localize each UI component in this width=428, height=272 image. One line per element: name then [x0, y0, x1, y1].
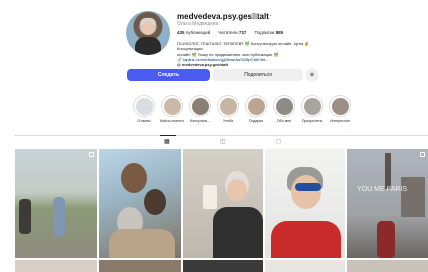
- profile-avatar[interactable]: [126, 11, 170, 55]
- highlight-label: Кейсы клиента...: [160, 119, 184, 123]
- highlight-label: Отзывы: [137, 119, 151, 123]
- follow-button[interactable]: Следить: [127, 69, 210, 81]
- stat-followers[interactable]: Читатели 737: [218, 30, 246, 35]
- person-face: [291, 175, 321, 209]
- post-tile[interactable]: YOU ME PARIS: [347, 149, 428, 258]
- highlight-item[interactable]: Учеба: [216, 95, 240, 123]
- reels-icon[interactable]: ◫: [220, 138, 226, 145]
- person-figure: [53, 197, 65, 237]
- highlight-cover: [163, 97, 181, 115]
- highlight-label: Интересное: [330, 119, 350, 123]
- highlight-ring: [301, 95, 323, 117]
- avatar-body: [135, 37, 161, 55]
- profile-stats: 435 публикаций Читатели 737 Подписки 885: [177, 30, 283, 35]
- post-tile[interactable]: [15, 149, 97, 258]
- post-tile[interactable]: [183, 149, 263, 258]
- highlight-ring: [133, 95, 155, 117]
- person-body: [271, 221, 341, 258]
- person-body: [109, 229, 175, 258]
- building-shape: [401, 177, 425, 217]
- highlight-item[interactable]: Интересное: [328, 95, 352, 123]
- highlight-ring: [189, 95, 211, 117]
- highlight-label: Обо мне: [276, 119, 292, 123]
- tagged-icon[interactable]: ◻: [276, 138, 281, 145]
- post-tile[interactable]: [347, 260, 428, 272]
- share-button[interactable]: Поделиться: [213, 69, 303, 81]
- highlight-label: Приоритеты: [301, 119, 323, 123]
- sunglasses-shape: [295, 183, 321, 191]
- bio-line: ПСИХОЛОГ, ГЕШТАЛЬТ-ТЕРАПЕВТ 🌿 Консультир…: [177, 41, 310, 52]
- highlight-ring: [329, 95, 351, 117]
- highlight-cover: [275, 97, 293, 115]
- stat-posts[interactable]: 435 публикаций: [177, 30, 210, 35]
- profile-full-name: Ольга Медведева: [177, 21, 219, 27]
- highlight-cover: [135, 97, 153, 115]
- post-tile[interactable]: [99, 149, 181, 258]
- post-overlay-text: YOU ME PARIS: [357, 186, 408, 193]
- post-tile[interactable]: [265, 260, 345, 272]
- active-tab-indicator: [160, 135, 176, 136]
- highlight-cover: [219, 97, 237, 115]
- highlight-label: Консульта...: [190, 119, 210, 123]
- highlight-ring: [273, 95, 295, 117]
- highlight-ring: [245, 95, 267, 117]
- person-face: [227, 179, 247, 201]
- person-figure: [19, 199, 31, 234]
- post-tile[interactable]: [183, 260, 263, 272]
- post-tile[interactable]: [265, 149, 345, 258]
- profile-bio: ПСИХОЛОГ, ГЕШТАЛЬТ-ТЕРАПЕВТ 🌿 Консультир…: [177, 41, 327, 67]
- tabs-divider: [14, 135, 428, 136]
- tower-shape: [385, 153, 391, 189]
- highlight-ring: [217, 95, 239, 117]
- bio-handle[interactable]: @ medvedeva.psy.geshtalt: [177, 62, 327, 67]
- highlight-item[interactable]: Отзывы: [132, 95, 156, 123]
- highlight-cover: [303, 97, 321, 115]
- carousel-icon: [89, 152, 94, 157]
- verified-icon: [252, 13, 258, 19]
- person-head: [144, 189, 166, 215]
- highlight-label: Подарки: [248, 119, 264, 123]
- carousel-icon: [420, 152, 425, 157]
- add-person-icon[interactable]: ⊕: [306, 69, 318, 81]
- highlight-cover: [331, 97, 349, 115]
- person-body: [213, 207, 263, 258]
- highlight-item[interactable]: Подарки: [244, 95, 268, 123]
- highlight-item[interactable]: Кейсы клиента...: [160, 95, 184, 123]
- post-tile[interactable]: [99, 260, 181, 272]
- highlight-item[interactable]: Обо мне: [272, 95, 296, 123]
- highlight-item[interactable]: Приоритеты: [300, 95, 324, 123]
- person-head: [121, 163, 147, 193]
- ellipsis-icon[interactable]: ···: [262, 11, 273, 20]
- highlight-ring: [161, 95, 183, 117]
- highlight-label: Учеба: [222, 119, 234, 123]
- highlight-cover: [247, 97, 265, 115]
- grid-icon[interactable]: ▦: [164, 138, 170, 145]
- person-figure: [377, 221, 395, 258]
- highlight-cover: [191, 97, 209, 115]
- phone-shape: [203, 185, 217, 209]
- stat-following[interactable]: Подписки 885: [254, 30, 283, 35]
- avatar-face: [142, 21, 154, 35]
- post-tile[interactable]: [15, 260, 97, 272]
- highlight-item[interactable]: Консульта...: [188, 95, 212, 123]
